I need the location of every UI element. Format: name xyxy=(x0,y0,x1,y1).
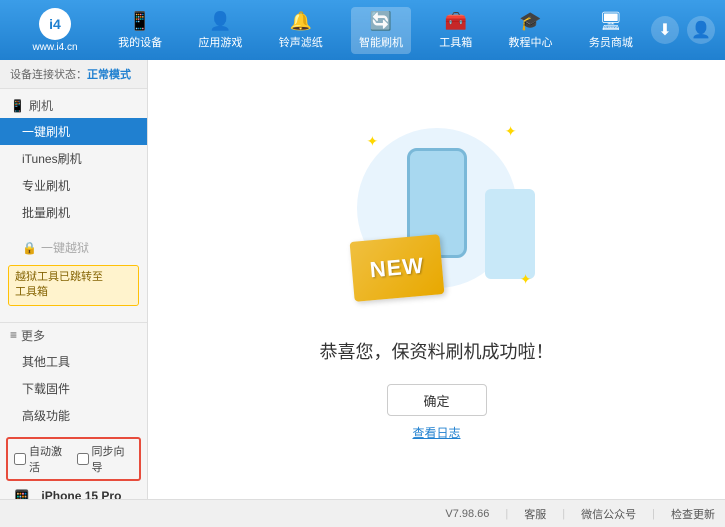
jailbreak-disabled: 🔒 一键越狱 xyxy=(0,234,147,261)
more-section-header: ≡ 更多 xyxy=(0,322,147,348)
ringtones-icon: 🔔 xyxy=(289,11,311,32)
flash-section-icon: 📱 xyxy=(10,99,25,113)
flash-section: 📱 刷机 一键刷机 iTunes刷机 专业刷机 批量刷机 xyxy=(0,89,147,230)
smart-flash-label: 智能刷机 xyxy=(359,34,403,50)
download-btn[interactable]: ⬇ xyxy=(651,16,679,44)
logo-icon[interactable]: i4 xyxy=(39,8,71,40)
sidebar-item-itunes-flash[interactable]: iTunes刷机 xyxy=(0,145,147,172)
star2-icon: ✦ xyxy=(505,123,517,140)
phone-screen xyxy=(485,189,535,279)
content-area: ✦ ✦ ✦ NEW 恭喜您，保资料刷机成功啦！ 确定 查看日志 xyxy=(148,60,725,499)
sync-contacts-item[interactable]: 同步向导 xyxy=(77,443,134,475)
star1-icon: ✦ xyxy=(367,133,379,150)
footer-link-wechat[interactable]: 微信公众号 xyxy=(581,506,636,522)
my-device-icon: 📱 xyxy=(129,11,151,32)
nav-my-device[interactable]: 📱 我的设备 xyxy=(110,7,170,54)
confirm-button[interactable]: 确定 xyxy=(387,384,487,416)
jailbreak-section: 🔒 一键越狱 越狱工具已跳转至工具箱 xyxy=(0,230,147,314)
device-name: iPhone 15 Pro Max xyxy=(41,489,139,499)
footer-link-service[interactable]: 客服 xyxy=(524,506,546,522)
auto-activate-item[interactable]: 自动激活 xyxy=(14,443,71,475)
star3-icon: ✦ xyxy=(520,271,532,288)
nav-apps-games[interactable]: 👤 应用游戏 xyxy=(190,7,250,54)
jailbreak-label: 一键越狱 xyxy=(41,239,89,256)
logo-url: www.i4.cn xyxy=(32,42,77,53)
device-details: iPhone 15 Pro Max 512GB iPhone xyxy=(41,489,139,499)
sidebar-item-batch-flash[interactable]: 批量刷机 xyxy=(0,199,147,226)
sidebar-item-one-key-flash[interactable]: 一键刷机 xyxy=(0,118,147,145)
sidebar-status: 设备连接状态：正常模式 xyxy=(0,60,147,89)
success-illustration: ✦ ✦ ✦ NEW xyxy=(337,118,537,318)
sidebar-item-pro-flash[interactable]: 专业刷机 xyxy=(0,172,147,199)
new-ribbon-text: NEW xyxy=(368,253,424,284)
auto-activate-label: 自动激活 xyxy=(29,443,71,475)
header: i4 www.i4.cn 📱 我的设备 👤 应用游戏 🔔 铃声滤纸 🔄 智能刷机… xyxy=(0,0,725,60)
service-label: 务员商城 xyxy=(589,34,633,50)
my-device-label: 我的设备 xyxy=(118,34,162,50)
device-info: 📱 iPhone 15 Pro Max 512GB iPhone xyxy=(0,485,147,499)
sidebar-item-other-tools[interactable]: 其他工具 xyxy=(0,348,147,375)
more-label: 更多 xyxy=(21,327,45,344)
sidebar-item-download-firmware[interactable]: 下载固件 xyxy=(0,375,147,402)
toolbox-label: 工具箱 xyxy=(439,34,472,50)
auto-activate-checkbox[interactable] xyxy=(14,453,26,465)
logo-text-i4: i4 xyxy=(49,16,61,32)
success-message: 恭喜您，保资料刷机成功啦！ xyxy=(320,338,554,364)
user-btn[interactable]: 👤 xyxy=(687,16,715,44)
status-label: 设备连接状态： xyxy=(10,69,87,81)
more-section: ≡ 更多 其他工具 下载固件 高级功能 xyxy=(0,314,147,433)
version-label: V7.98.66 xyxy=(445,508,489,520)
nav-bar: 📱 我的设备 👤 应用游戏 🔔 铃声滤纸 🔄 智能刷机 🧰 工具箱 🎓 教程中心… xyxy=(100,7,651,54)
tutorial-icon: 🎓 xyxy=(519,11,541,32)
nav-smart-flash[interactable]: 🔄 智能刷机 xyxy=(351,7,411,54)
apps-games-label: 应用游戏 xyxy=(198,34,242,50)
nav-toolbox[interactable]: 🧰 工具箱 xyxy=(431,7,480,54)
flash-section-label: 刷机 xyxy=(29,97,53,114)
footer-divider3: | xyxy=(652,508,655,520)
log-link[interactable]: 查看日志 xyxy=(412,424,460,441)
footer-divider2: | xyxy=(562,508,565,520)
nav-service[interactable]: 🖥 务员商城 xyxy=(581,7,641,54)
toolbox-icon: 🧰 xyxy=(445,11,467,32)
sidebar-item-advanced[interactable]: 高级功能 xyxy=(0,402,147,429)
lock-icon: 🔒 xyxy=(22,241,37,255)
apps-games-icon: 👤 xyxy=(209,11,231,32)
jailbreak-warning: 越狱工具已跳转至工具箱 xyxy=(8,265,139,306)
smart-flash-icon: 🔄 xyxy=(370,11,392,32)
main-area: 设备连接状态：正常模式 📱 刷机 一键刷机 iTunes刷机 专业刷机 批量刷机… xyxy=(0,60,725,499)
header-right: ⬇ 👤 xyxy=(651,16,715,44)
status-value: 正常模式 xyxy=(87,69,131,81)
nav-tutorial[interactable]: 🎓 教程中心 xyxy=(501,7,561,54)
flash-section-header: 📱 刷机 xyxy=(0,93,147,118)
sync-contacts-checkbox[interactable] xyxy=(77,453,89,465)
tutorial-label: 教程中心 xyxy=(509,34,553,50)
footer-link-update[interactable]: 检查更新 xyxy=(671,506,715,522)
sync-contacts-label: 同步向导 xyxy=(92,443,134,475)
service-icon: 🖥 xyxy=(599,11,622,32)
device-phone-icon: 📱 xyxy=(8,489,35,499)
more-icon: ≡ xyxy=(10,328,17,342)
sidebar: 设备连接状态：正常模式 📱 刷机 一键刷机 iTunes刷机 专业刷机 批量刷机… xyxy=(0,60,148,499)
ringtones-label: 铃声滤纸 xyxy=(279,34,323,50)
nav-ringtones[interactable]: 🔔 铃声滤纸 xyxy=(271,7,331,54)
new-ribbon: NEW xyxy=(349,234,444,302)
sidebar-bottom: 自动激活 同步向导 📱 iPhone 15 Pro Max 512GB iPho… xyxy=(0,433,147,499)
footer-divider1: | xyxy=(505,508,508,520)
auto-area: 自动激活 同步向导 xyxy=(6,437,141,481)
logo-area: i4 www.i4.cn xyxy=(10,8,100,53)
footer: V7.98.66 | 客服 | 微信公众号 | 检查更新 xyxy=(0,499,725,527)
